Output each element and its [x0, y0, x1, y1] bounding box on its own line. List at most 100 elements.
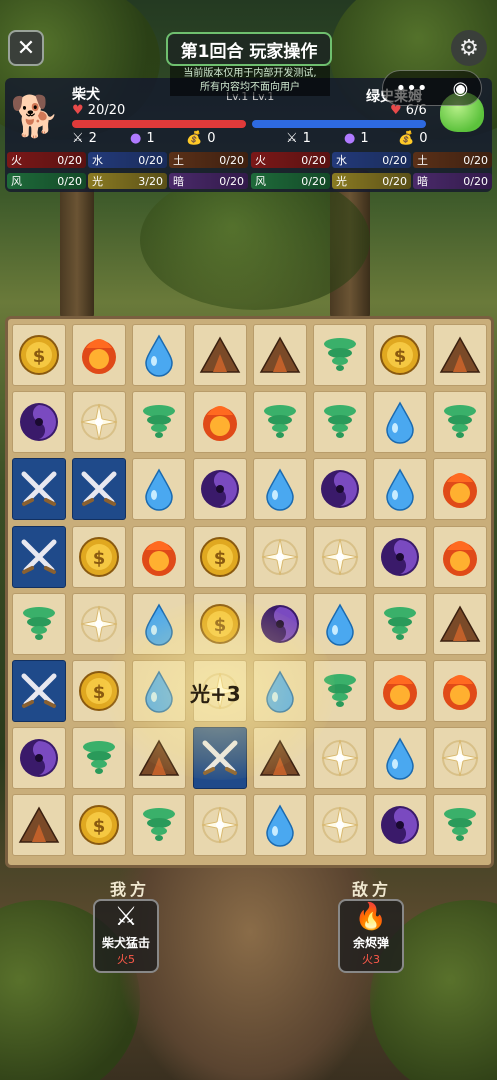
player-element-1: 水 0/20: [88, 152, 167, 168]
enemy-element-5: 暗 0/20: [413, 173, 492, 189]
player-hp-bar-fill: [72, 120, 246, 128]
board-cell-fire[interactable]: [433, 660, 488, 722]
board-cell-light[interactable]: [313, 525, 367, 588]
board-cell-dark[interactable]: [373, 525, 428, 588]
settings-button[interactable]: ⚙: [451, 30, 487, 66]
enemy-magic: ● 1: [344, 131, 369, 146]
board-cell-gold[interactable]: $: [192, 592, 247, 655]
svg-text:$: $: [93, 816, 106, 837]
mini-program-capsule[interactable]: ••• ◉: [382, 70, 482, 106]
fire-gem-icon: [443, 675, 478, 710]
close-button[interactable]: ✕: [8, 30, 44, 66]
enemy-skill-button[interactable]: 🔥 余烬弹 火3: [338, 899, 404, 973]
light-gem-icon: [321, 807, 359, 844]
board-cell-dark[interactable]: [252, 592, 307, 655]
dark-gem-icon: [321, 470, 359, 509]
board-cell-gold[interactable]: $: [373, 324, 428, 386]
light-gem-icon: [81, 605, 118, 642]
flame-icon: 🔥: [354, 902, 388, 932]
board-cell-dark[interactable]: [192, 458, 247, 521]
board-cell-water[interactable]: [373, 458, 428, 521]
board-cell-fire[interactable]: [373, 660, 428, 722]
board-cell-water[interactable]: [313, 592, 367, 655]
water-gem-icon: [145, 334, 174, 377]
wind-gem-icon: [324, 338, 356, 371]
board-cell-earth[interactable]: [433, 324, 488, 386]
board-cell-wind[interactable]: [313, 324, 367, 386]
board-cell-dark[interactable]: [12, 727, 66, 790]
board-cell-earth[interactable]: [433, 592, 488, 655]
wind-gem-icon: [143, 808, 176, 842]
board-cell-gold[interactable]: $: [192, 525, 247, 588]
board-cell-fire[interactable]: [433, 525, 488, 588]
board-cell-earth[interactable]: [132, 727, 187, 790]
board-cell-water[interactable]: [373, 727, 428, 790]
target-icon[interactable]: ◉: [453, 78, 469, 99]
board-cell-water[interactable]: [252, 660, 307, 722]
board-cell-dark[interactable]: [373, 794, 428, 857]
board-cell-fire[interactable]: [72, 324, 127, 386]
board-cell-sword[interactable]: [12, 660, 66, 722]
board-cell-light[interactable]: [192, 794, 247, 857]
board-cell-earth[interactable]: [252, 727, 307, 790]
player-element-4: 光 3/20: [88, 173, 167, 189]
board-cell-earth[interactable]: [252, 324, 307, 386]
earth-gem-icon: [259, 739, 301, 776]
board-cell-fire[interactable]: [132, 525, 187, 588]
board-cell-wind[interactable]: [72, 727, 127, 790]
dark-gem-icon: [200, 470, 239, 509]
board-cell-dark[interactable]: [313, 458, 367, 521]
board-cell-sword[interactable]: [12, 458, 66, 521]
light-gem-icon: [321, 740, 359, 777]
wind-gem-icon: [83, 741, 116, 775]
board-cell-sword[interactable]: [192, 727, 247, 790]
heart-icon: ♥: [72, 103, 84, 118]
enemy-hp-bar-fill: [252, 120, 426, 128]
board-cell-water[interactable]: [132, 458, 187, 521]
gold-gem-icon: $: [79, 805, 120, 846]
board-cell-light[interactable]: [313, 794, 367, 857]
board-cell-earth[interactable]: [192, 324, 247, 386]
board-cell-earth[interactable]: [12, 794, 66, 857]
board-cell-gold[interactable]: $: [72, 525, 127, 588]
board-cell-gold[interactable]: $: [72, 660, 127, 722]
water-gem-icon: [145, 603, 174, 646]
gold-gem-icon: $: [380, 335, 421, 375]
player-skill-button[interactable]: ⚔ 柴犬猛击 火5: [93, 899, 159, 973]
board-cell-wind[interactable]: [132, 794, 187, 857]
player-element-5: 暗 0/20: [169, 173, 248, 189]
board-cell-gold[interactable]: $: [72, 794, 127, 857]
board-cell-sword[interactable]: [12, 525, 66, 588]
more-icon[interactable]: •••: [396, 78, 428, 99]
board-cell-wind[interactable]: [433, 391, 488, 454]
board-cell-wind[interactable]: [313, 660, 367, 722]
board-cell-wind[interactable]: [313, 391, 367, 454]
board-cell-light[interactable]: [433, 727, 488, 790]
wind-gem-icon: [324, 674, 356, 707]
gold-gem-icon: $: [19, 335, 59, 375]
board-cell-water[interactable]: [132, 592, 187, 655]
board-cell-water[interactable]: [132, 660, 187, 722]
earth-gem-icon: [440, 336, 481, 373]
board-cell-water[interactable]: [373, 391, 428, 454]
gold-gem-icon: $: [79, 671, 120, 711]
board-cell-gold[interactable]: $: [12, 324, 66, 386]
board-cell-wind[interactable]: [252, 391, 307, 454]
board-cell-wind[interactable]: [12, 592, 66, 655]
wind-gem-icon: [23, 606, 55, 640]
board-cell-water[interactable]: [132, 324, 187, 386]
board-cell-light[interactable]: [313, 727, 367, 790]
board-cell-light[interactable]: [72, 592, 127, 655]
board-cell-fire[interactable]: [433, 458, 488, 521]
board-cell-dark[interactable]: [12, 391, 66, 454]
board-cell-water[interactable]: [252, 794, 307, 857]
fire-gem-icon: [202, 406, 237, 442]
board-cell-light[interactable]: [72, 391, 127, 454]
board-cell-sword[interactable]: [72, 458, 127, 521]
board-cell-wind[interactable]: [132, 391, 187, 454]
board-cell-wind[interactable]: [373, 592, 428, 655]
board-cell-water[interactable]: [252, 458, 307, 521]
board-cell-wind[interactable]: [433, 794, 488, 857]
board-cell-light[interactable]: [252, 525, 307, 588]
board-cell-fire[interactable]: [192, 391, 247, 454]
